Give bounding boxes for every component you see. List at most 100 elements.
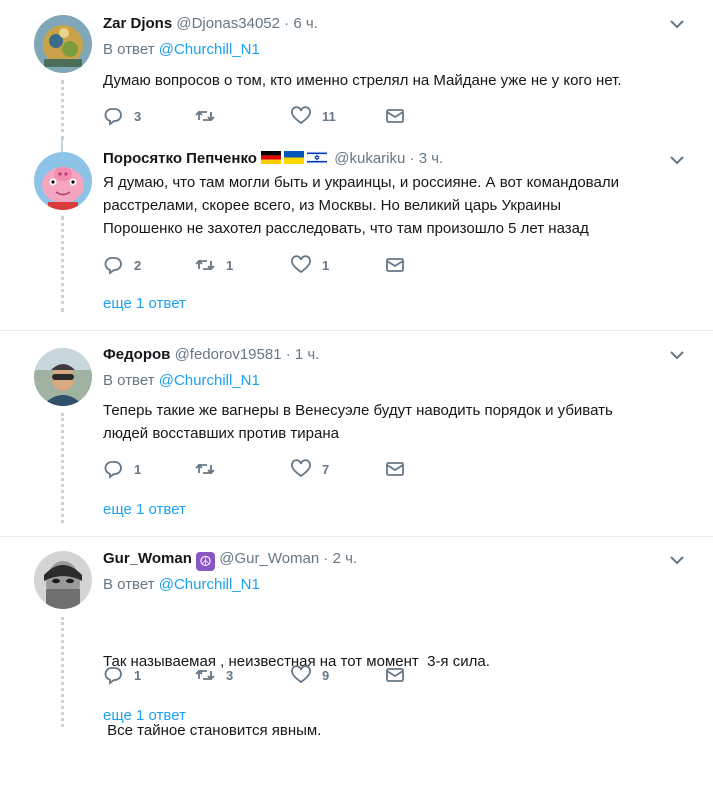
avatar[interactable] [34, 15, 92, 73]
like-button[interactable]: 9 [291, 664, 329, 686]
thread-line [61, 80, 67, 140]
user-handle[interactable]: @fedorov19581 [175, 346, 282, 363]
tweet-text-line: людей восставших против тирана [103, 425, 339, 442]
tweet-text: Так называемая , неизвестная на тот моме… [103, 604, 683, 788]
like-icon [291, 106, 311, 125]
reply-to: В ответ @Churchill_N1 [103, 371, 260, 391]
like-count: 1 [322, 257, 330, 273]
tweet-text-line: расстрелами, скорее всего, из Москвы. Но… [103, 197, 562, 214]
like-count: 11 [322, 108, 336, 124]
ukraine-flag-icon [284, 151, 305, 164]
reply-count: 1 [134, 667, 142, 683]
dot-separator: · [284, 15, 290, 32]
tweet-header: Zar Djons @Djonas34052 · 6 ч. [103, 14, 318, 34]
tweet-actions: 1 7 [103, 458, 423, 480]
timestamp[interactable]: 1 ч. [295, 346, 320, 363]
timestamp[interactable]: 2 ч. [333, 550, 358, 567]
chevron-down-icon[interactable] [667, 14, 687, 34]
avatar[interactable] [34, 348, 92, 406]
retweet-button[interactable] [195, 458, 226, 480]
reply-to-link[interactable]: @Churchill_N1 [159, 576, 260, 593]
timestamp[interactable]: 3 ч. [419, 150, 444, 167]
reply-to: В ответ @Churchill_N1 [103, 40, 260, 60]
user-handle[interactable]: @Djonas34052 [176, 15, 280, 32]
tweet-actions: 1 3 9 [103, 664, 423, 686]
user-name[interactable]: Gur_Woman [103, 550, 192, 567]
user-handle[interactable]: @Gur_Woman [219, 550, 319, 567]
message-button[interactable] [385, 105, 405, 127]
reply-button[interactable]: 1 [103, 458, 141, 480]
retweet-icon [195, 463, 215, 475]
retweet-icon [195, 259, 215, 271]
message-button[interactable] [385, 664, 405, 686]
retweet-button[interactable]: 1 [195, 254, 233, 276]
reply-button[interactable]: 2 [103, 254, 141, 276]
tweet-text-line: Все тайное становится явным. [103, 722, 322, 739]
reply-button[interactable]: 1 [103, 664, 141, 686]
tweet-text: Я думаю, что там могли быть и украинцы, … [103, 171, 683, 240]
reply-icon [104, 257, 122, 275]
reply-icon [104, 667, 122, 685]
user-name[interactable]: Федоров [103, 346, 170, 363]
reply-prefix: В ответ [103, 41, 155, 58]
like-button[interactable]: 7 [291, 458, 329, 480]
tweet-header: Федоров @fedorov19581 · 1 ч. [103, 345, 319, 365]
reply-to-link[interactable]: @Churchill_N1 [159, 41, 260, 58]
reply-icon [104, 108, 122, 126]
reply-prefix: В ответ [103, 372, 155, 389]
like-button[interactable]: 1 [291, 254, 329, 276]
tweet-4[interactable]: Gur_Woman ☮ @Gur_Woman · 2 ч. В ответ @C… [0, 537, 713, 739]
chevron-down-icon[interactable] [667, 550, 687, 570]
tweet-text-line: Я думаю, что там могли быть и украинцы, … [103, 174, 619, 191]
tweet-actions: 2 1 1 [103, 254, 423, 276]
retweet-count: 3 [226, 667, 234, 683]
chevron-down-icon[interactable] [667, 150, 687, 170]
user-handle[interactable]: @kukariku [334, 150, 405, 167]
thread-line [61, 413, 67, 523]
like-count: 9 [322, 667, 330, 683]
timestamp[interactable]: 6 ч. [293, 15, 318, 32]
tweet-header: Поросятко Пепченко @kukariku · 3 ч. [103, 149, 443, 169]
like-button[interactable]: 11 [291, 105, 336, 127]
retweet-icon [195, 110, 215, 122]
reply-button[interactable]: 3 [103, 105, 141, 127]
like-count: 7 [322, 461, 330, 477]
peace-icon: ☮ [196, 552, 216, 571]
retweet-count: 1 [226, 257, 234, 273]
message-icon [386, 668, 404, 682]
tweet-2[interactable]: Поросятко Пепченко @kukariku · 3 ч. Я ду… [0, 140, 713, 330]
avatar[interactable] [34, 152, 92, 210]
message-icon [386, 109, 404, 123]
tweet-1[interactable]: Zar Djons @Djonas34052 · 6 ч. В ответ @C… [0, 0, 713, 140]
message-button[interactable] [385, 458, 405, 480]
show-more-replies-link[interactable]: еще 1 ответ [103, 707, 186, 724]
avatar[interactable] [34, 551, 92, 609]
reply-to: В ответ @Churchill_N1 [103, 575, 260, 595]
user-name[interactable]: Поросятко Пепченко [103, 150, 257, 167]
thread-line [61, 140, 63, 152]
reply-prefix: В ответ [103, 576, 155, 593]
reply-to-link[interactable]: @Churchill_N1 [159, 372, 260, 389]
chevron-down-icon[interactable] [667, 345, 687, 365]
retweet-button[interactable] [195, 105, 226, 127]
tweet-text-line: Порошенко не захотел расследовать, что т… [103, 220, 589, 237]
message-button[interactable] [385, 254, 405, 276]
show-more-replies-link[interactable]: еще 1 ответ [103, 295, 186, 312]
like-icon [291, 665, 311, 684]
tweet-text-line: Думаю вопросов о том, кто именно стрелял… [103, 72, 622, 89]
like-icon [291, 459, 311, 478]
retweet-button[interactable]: 3 [195, 664, 233, 686]
reply-count: 3 [134, 108, 142, 124]
thread-line [61, 617, 67, 727]
message-icon [386, 462, 404, 476]
show-more-replies-link[interactable]: еще 1 ответ [103, 501, 186, 518]
israel-flag-icon [307, 151, 328, 164]
retweet-icon [195, 669, 215, 681]
tweet-text-line: Теперь такие же вагнеры в Венесуэле буду… [103, 402, 613, 419]
tweet-text: Теперь такие же вагнеры в Венесуэле буду… [103, 399, 683, 445]
reply-count: 1 [134, 461, 142, 477]
tweet-text: Думаю вопросов о том, кто именно стрелял… [103, 69, 683, 92]
tweet-header: Gur_Woman ☮ @Gur_Woman · 2 ч. [103, 549, 357, 571]
user-name[interactable]: Zar Djons [103, 15, 172, 32]
tweet-3[interactable]: Федоров @fedorov19581 · 1 ч. В ответ @Ch… [0, 331, 713, 536]
